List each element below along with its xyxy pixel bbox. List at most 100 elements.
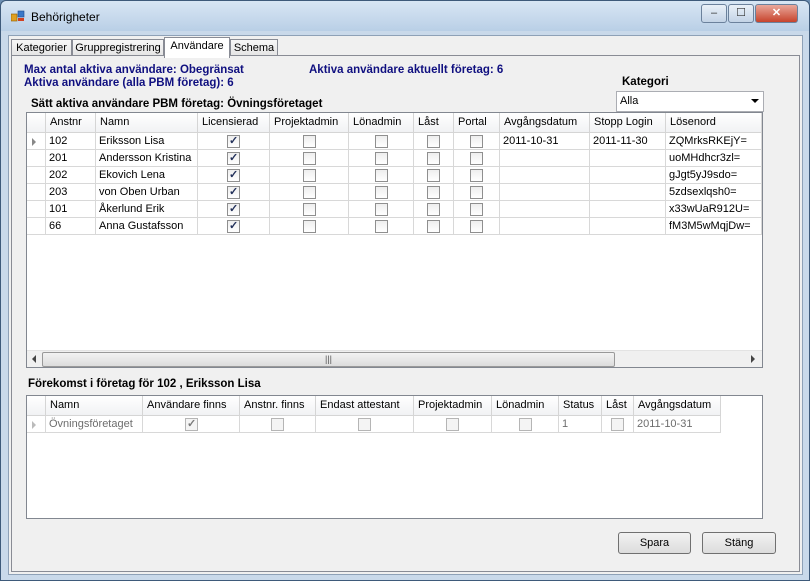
cell-anstnr[interactable]: 66 (46, 218, 96, 235)
checkbox-checked[interactable] (227, 184, 240, 200)
checkbox-unchecked[interactable] (358, 418, 371, 431)
kategori-select[interactable]: Alla (616, 91, 764, 112)
checkbox-checked[interactable] (227, 201, 240, 217)
cell-losen[interactable]: uoMHdhcr3zl= (666, 150, 762, 167)
cell-avgang[interactable] (500, 218, 590, 235)
checkbox-unchecked[interactable] (427, 135, 440, 148)
col-lonadmin[interactable]: Lönadmin (492, 396, 559, 416)
cell-namn[interactable]: Andersson Kristina (96, 150, 198, 167)
col-projektadmin[interactable]: Projektadmin (270, 113, 349, 133)
users-grid[interactable]: Anstnr Namn Licensierad Projektadmin Lön… (26, 112, 763, 368)
cell-anstnr[interactable]: 101 (46, 201, 96, 218)
checkbox-unchecked[interactable] (519, 418, 532, 431)
checkbox-unchecked[interactable] (375, 135, 388, 148)
col-endast-attestant[interactable]: Endast attestant (316, 396, 414, 416)
checkbox-unchecked[interactable] (470, 169, 483, 182)
checkbox-checked[interactable] (227, 150, 240, 166)
cell-namn[interactable]: Åkerlund Erik (96, 201, 198, 218)
cell-anstnr[interactable]: 203 (46, 184, 96, 201)
row-header[interactable] (27, 201, 46, 218)
cell-avgang[interactable]: 2011-10-31 (500, 133, 590, 150)
cell-avgang[interactable] (500, 184, 590, 201)
cell-stopp[interactable]: 2011-11-30 (590, 133, 666, 150)
checkbox-unchecked[interactable] (375, 169, 388, 182)
col-stopp-login[interactable]: Stopp Login (590, 113, 666, 133)
table-row[interactable]: 201Andersson Kristina uoMHdhcr3zl= (27, 150, 762, 167)
tab-anvandare[interactable]: Användare (164, 37, 230, 58)
cell-stopp[interactable] (590, 201, 666, 218)
col-namn[interactable]: Namn (96, 113, 198, 133)
cell-namn[interactable]: Övningsföretaget (46, 416, 143, 433)
checkbox-checked[interactable] (227, 167, 240, 183)
checkbox-unchecked[interactable] (470, 220, 483, 233)
cell-avgang[interactable] (500, 201, 590, 218)
cell-namn[interactable]: Ekovich Lena (96, 167, 198, 184)
checkbox-unchecked[interactable] (303, 135, 316, 148)
cell-losen[interactable]: gJgt5yJ9sdo= (666, 167, 762, 184)
cell-avgang[interactable]: 2011-10-31 (634, 416, 721, 433)
cell-avgang[interactable] (500, 150, 590, 167)
checkbox-unchecked[interactable] (303, 186, 316, 199)
checkbox-unchecked[interactable] (375, 186, 388, 199)
col-licensierad[interactable]: Licensierad (198, 113, 270, 133)
stang-button[interactable]: Stäng (702, 532, 776, 554)
checkbox-checked[interactable] (185, 416, 198, 432)
checkbox-unchecked[interactable] (427, 203, 440, 216)
minimize-button[interactable]: – (701, 4, 727, 23)
row-header[interactable] (27, 167, 46, 184)
maximize-button[interactable]: ☐ (728, 4, 754, 23)
cell-anstnr[interactable]: 201 (46, 150, 96, 167)
cell-losen[interactable]: fM3M5wMqjDw= (666, 218, 762, 235)
scroll-left-icon[interactable] (32, 355, 36, 363)
horizontal-scrollbar[interactable]: ||| (27, 350, 762, 367)
checkbox-unchecked[interactable] (375, 203, 388, 216)
col-anstnr-finns[interactable]: Anstnr. finns (240, 396, 316, 416)
checkbox-checked[interactable] (227, 218, 240, 234)
table-row[interactable]: 102Eriksson Lisa 2011-10-312011-11-30ZQMr… (27, 133, 762, 150)
cell-losen[interactable]: 5zdsexlqsh0= (666, 184, 762, 201)
table-row[interactable]: 203von Oben Urban 5zdsexlqsh0= (27, 184, 762, 201)
spara-button[interactable]: Spara (618, 532, 691, 554)
col-lonadmin[interactable]: Lönadmin (349, 113, 414, 133)
cell-namn[interactable]: Eriksson Lisa (96, 133, 198, 150)
row-header[interactable] (27, 133, 46, 150)
checkbox-unchecked[interactable] (470, 152, 483, 165)
cell-stopp[interactable] (590, 150, 666, 167)
checkbox-unchecked[interactable] (470, 203, 483, 216)
cell-namn[interactable]: Anna Gustafsson (96, 218, 198, 235)
row-header[interactable] (27, 184, 46, 201)
checkbox-unchecked[interactable] (470, 135, 483, 148)
row-header[interactable] (27, 218, 46, 235)
table-row[interactable]: 202Ekovich Lena gJgt5yJ9sdo= (27, 167, 762, 184)
scroll-thumb[interactable]: ||| (42, 352, 615, 367)
col-status[interactable]: Status (559, 396, 602, 416)
scroll-right-icon[interactable] (751, 355, 755, 363)
col-projektadmin[interactable]: Projektadmin (414, 396, 492, 416)
col-anstnr[interactable]: Anstnr (46, 113, 96, 133)
col-losenord[interactable]: Lösenord (666, 113, 762, 133)
table-row[interactable]: 101Åkerlund Erik x33wUaR912U= (27, 201, 762, 218)
checkbox-unchecked[interactable] (303, 169, 316, 182)
checkbox-unchecked[interactable] (303, 203, 316, 216)
cell-anstnr[interactable]: 202 (46, 167, 96, 184)
row-header[interactable] (27, 150, 46, 167)
cell-anstnr[interactable]: 102 (46, 133, 96, 150)
checkbox-checked[interactable] (227, 133, 240, 149)
checkbox-unchecked[interactable] (303, 152, 316, 165)
checkbox-unchecked[interactable] (427, 186, 440, 199)
col-anvandare-finns[interactable]: Användare finns (143, 396, 240, 416)
col-namn[interactable]: Namn (46, 396, 143, 416)
cell-losen[interactable]: x33wUaR912U= (666, 201, 762, 218)
col-avgangsdatum[interactable]: Avgångsdatum (634, 396, 721, 416)
checkbox-unchecked[interactable] (303, 220, 316, 233)
checkbox-unchecked[interactable] (271, 418, 284, 431)
col-last[interactable]: Låst (414, 113, 454, 133)
cell-losen[interactable]: ZQMrksRKEjY= (666, 133, 762, 150)
col-portal[interactable]: Portal (454, 113, 500, 133)
cell-namn[interactable]: von Oben Urban (96, 184, 198, 201)
cell-stopp[interactable] (590, 184, 666, 201)
cell-avgang[interactable] (500, 167, 590, 184)
checkbox-unchecked[interactable] (375, 152, 388, 165)
checkbox-unchecked[interactable] (427, 169, 440, 182)
row-header[interactable] (27, 416, 46, 433)
